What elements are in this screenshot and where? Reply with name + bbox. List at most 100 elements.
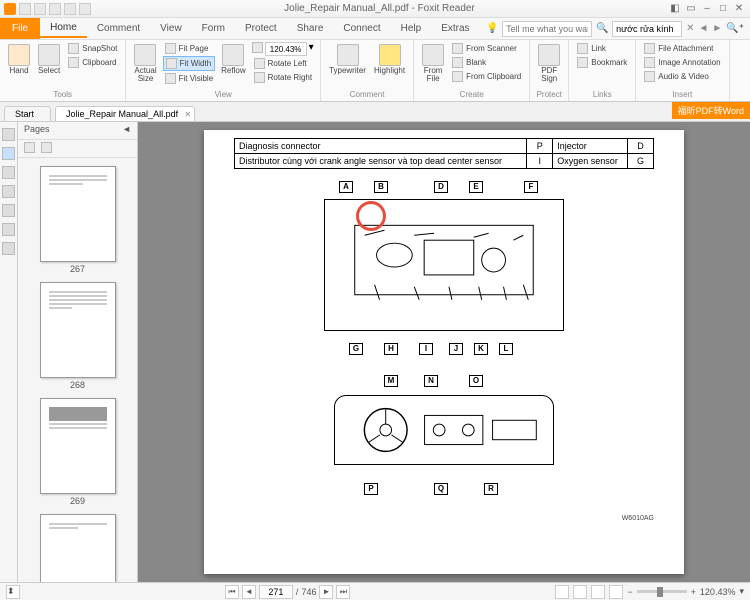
hand-button[interactable]: Hand — [6, 42, 32, 77]
minimize-button[interactable]: ‒ — [700, 3, 714, 15]
workspace: Pages ◄ 267 268 269 270 271 Diagnosis co… — [0, 122, 750, 582]
thumbs-list[interactable]: 267 268 269 270 271 — [18, 158, 137, 582]
rail-bookmarks-icon[interactable] — [2, 128, 15, 141]
rail-layers-icon[interactable] — [2, 242, 15, 255]
tell-me-input[interactable] — [502, 21, 592, 37]
tab-protect[interactable]: Protect — [235, 20, 287, 37]
zoom-dropdown[interactable]: ▾ — [739, 586, 744, 597]
link-button[interactable]: Link — [575, 42, 629, 55]
rail-comments-icon[interactable] — [2, 166, 15, 179]
zoom-in-button[interactable]: + — [691, 587, 696, 597]
rail-attachments-icon[interactable] — [2, 185, 15, 198]
thumbs-reduce-icon[interactable] — [41, 142, 52, 153]
qat-save-icon[interactable] — [34, 3, 46, 15]
thumb-270[interactable]: 270 — [22, 514, 133, 582]
from-clipboard-button[interactable]: From Clipboard — [450, 70, 523, 83]
thumbs-enlarge-icon[interactable] — [24, 142, 35, 153]
find-close-icon[interactable]: ✕ — [686, 23, 694, 34]
qat-undo-icon[interactable] — [64, 3, 76, 15]
rotate-right-button[interactable]: Rotate Right — [252, 71, 314, 84]
rail-signatures-icon[interactable] — [2, 204, 15, 217]
from-file-button[interactable]: From File — [420, 42, 446, 85]
zoom-input[interactable] — [265, 42, 307, 56]
ribbon-label-links: Links — [575, 89, 629, 99]
pdf-page: Diagnosis connectorPInjectorD Distributo… — [204, 130, 684, 574]
doc-tab-file[interactable]: Jolie_Repair Manual_All.pdf✕ — [55, 106, 195, 121]
skin-icon[interactable]: ◧ — [668, 3, 682, 15]
qat-print-icon[interactable] — [49, 3, 61, 15]
from-scanner-button[interactable]: From Scanner — [450, 42, 523, 55]
view-mode-4-icon[interactable] — [609, 585, 623, 599]
ribbon-label-protect: Protect — [536, 89, 562, 99]
last-page-button[interactable]: ⏭ — [336, 585, 350, 599]
red-circle-annotation — [356, 201, 386, 231]
zoom-dropdown-icon[interactable]: ▾ — [309, 42, 314, 56]
find-prev-icon[interactable]: ◄ — [698, 23, 708, 34]
tab-comment[interactable]: Comment — [87, 20, 150, 37]
advanced-search-icon[interactable]: 🔍⁺ — [726, 23, 744, 34]
next-page-button[interactable]: ► — [319, 585, 333, 599]
qat-open-icon[interactable] — [19, 3, 31, 15]
tab-close-icon[interactable]: ✕ — [184, 110, 191, 119]
table-row: Diagnosis connectorPInjectorD — [235, 139, 654, 154]
page-area[interactable]: Diagnosis connectorPInjectorD Distributo… — [138, 122, 750, 582]
thumbs-collapse-icon[interactable]: ◄ — [122, 124, 131, 137]
audio-video-button[interactable]: Audio & Video — [642, 70, 722, 83]
status-size-icon[interactable]: ⬍ — [6, 585, 20, 599]
zoom-slider[interactable] — [637, 590, 687, 593]
pdf-sign-button[interactable]: PDF Sign — [536, 42, 562, 85]
typewriter-button[interactable]: Typewriter — [327, 42, 368, 77]
fit-page-button[interactable]: Fit Page — [163, 42, 216, 55]
tab-share[interactable]: Share — [287, 20, 334, 37]
zoom-out-button[interactable]: − — [627, 587, 632, 597]
tab-home[interactable]: Home — [40, 19, 87, 38]
page-separator: / — [296, 587, 299, 597]
bookmark-button[interactable]: Bookmark — [575, 56, 629, 69]
actual-size-button[interactable]: Actual Size — [132, 42, 158, 85]
thumb-267[interactable]: 267 — [22, 166, 133, 274]
ribbon-label-insert: Insert — [642, 89, 722, 99]
tab-connect[interactable]: Connect — [333, 20, 390, 37]
tab-help[interactable]: Help — [391, 20, 432, 37]
thumb-269[interactable]: 269 — [22, 398, 133, 506]
snapshot-button[interactable]: SnapShot — [66, 42, 119, 55]
rail-security-icon[interactable] — [2, 223, 15, 236]
find-next-icon[interactable]: ► — [712, 23, 722, 34]
first-page-button[interactable]: ⏮ — [225, 585, 239, 599]
qat-redo-icon[interactable] — [79, 3, 91, 15]
find-input[interactable] — [612, 21, 682, 37]
tab-form[interactable]: Form — [192, 20, 235, 37]
view-mode-2-icon[interactable] — [573, 585, 587, 599]
ribbon-group-view: Actual Size Fit Page Fit Width Fit Visib… — [126, 40, 321, 101]
clipboard-button[interactable]: Clipboard — [66, 56, 119, 69]
rotate-left-button[interactable]: Rotate Left — [252, 57, 314, 70]
file-menu[interactable]: File — [0, 18, 40, 39]
zoom-out-icon[interactable] — [252, 42, 263, 53]
prev-page-button[interactable]: ◄ — [242, 585, 256, 599]
doc-tab-start[interactable]: Start — [4, 106, 51, 121]
highlight-button[interactable]: Highlight — [372, 42, 407, 77]
close-button[interactable]: ✕ — [732, 3, 746, 15]
view-mode-3-icon[interactable] — [591, 585, 605, 599]
select-button[interactable]: Select — [36, 42, 62, 77]
ribbon-group-protect: PDF Sign Protect — [530, 40, 569, 101]
file-attachment-button[interactable]: File Attachment — [642, 42, 722, 55]
document-tab-bar: Start Jolie_Repair Manual_All.pdf✕ 福昕PDF… — [0, 102, 750, 122]
fit-visible-button[interactable]: Fit Visible — [163, 72, 216, 85]
maximize-button[interactable]: □ — [716, 3, 730, 15]
blank-button[interactable]: Blank — [450, 56, 523, 69]
convert-to-word-badge[interactable]: 福昕PDF转Word — [672, 102, 750, 119]
fit-width-button[interactable]: Fit Width — [163, 56, 216, 71]
page-total: 746 — [301, 587, 316, 597]
thumb-268[interactable]: 268 — [22, 282, 133, 390]
tab-extras[interactable]: Extras — [431, 20, 479, 37]
menubar: File Home Comment View Form Protect Shar… — [0, 18, 750, 40]
reflow-button[interactable]: Reflow — [219, 42, 247, 77]
ribbon-toggle-icon[interactable]: ▭ — [684, 3, 698, 15]
ribbon-label-tools: Tools — [6, 89, 119, 99]
rail-pages-icon[interactable] — [2, 147, 15, 160]
page-number-input[interactable] — [259, 585, 293, 599]
image-annotation-button[interactable]: Image Annotation — [642, 56, 722, 69]
view-mode-1-icon[interactable] — [555, 585, 569, 599]
tab-view[interactable]: View — [150, 20, 192, 37]
